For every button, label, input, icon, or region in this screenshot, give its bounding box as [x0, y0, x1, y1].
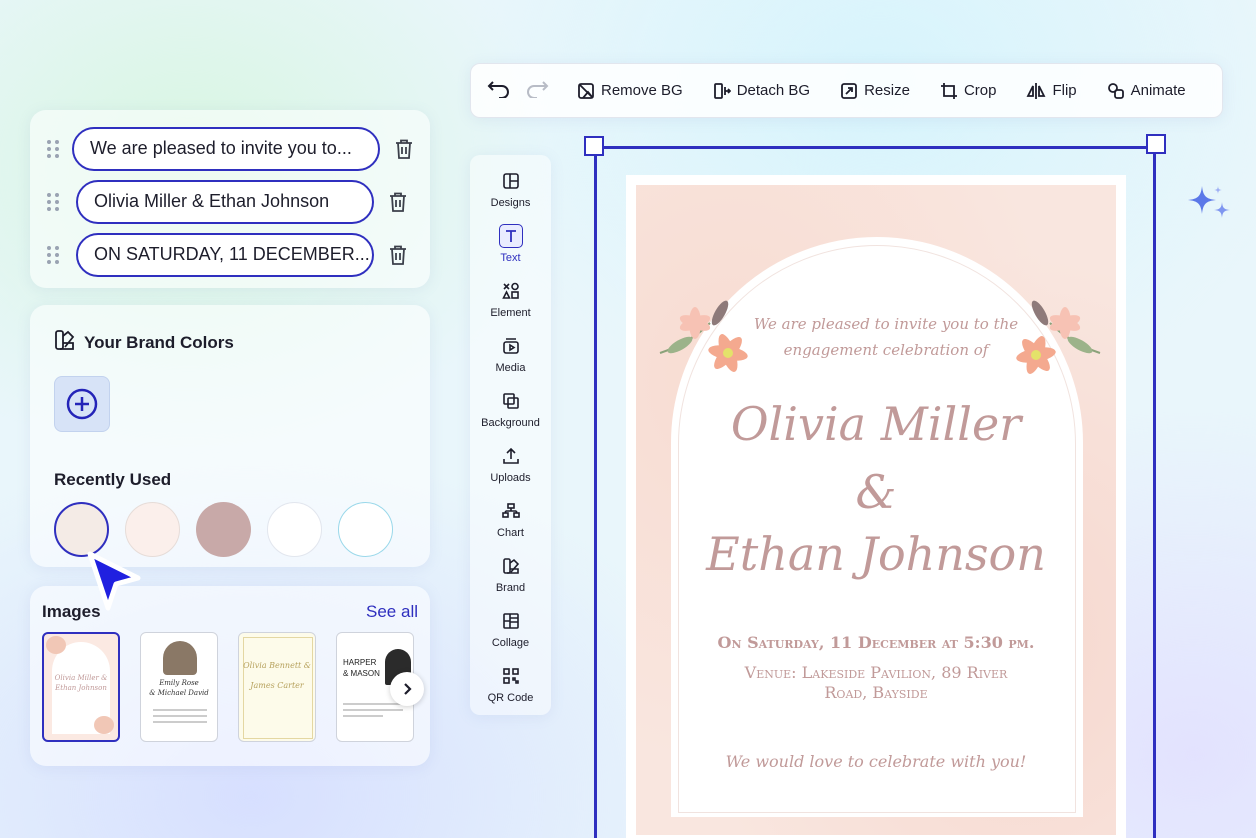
flip-label: Flip	[1052, 82, 1077, 99]
color-swatch[interactable]	[338, 502, 393, 557]
crop-label: Crop	[963, 82, 997, 99]
upload-icon	[499, 444, 523, 468]
crop-button[interactable]: Crop	[940, 82, 997, 100]
tool-qr-code[interactable]: QR Code	[470, 664, 551, 719]
image-thumbnail[interactable]: Emily Rose & Michael David	[140, 632, 218, 742]
drag-handle-icon[interactable]	[44, 139, 62, 158]
sparkle-icon	[1188, 186, 1230, 218]
color-swatch[interactable]	[196, 502, 251, 557]
redo-icon[interactable]	[525, 78, 549, 103]
tool-collage[interactable]: Collage	[470, 609, 551, 664]
thumbnail-text: Emily Rose	[159, 679, 199, 687]
trash-icon[interactable]	[386, 243, 410, 267]
tool-text[interactable]: Text	[470, 224, 551, 279]
tool-element[interactable]: Element	[470, 279, 551, 334]
animate-button[interactable]: Animate	[1107, 82, 1186, 100]
chevron-right-icon	[404, 683, 412, 695]
image-thumbnail[interactable]: Olivia Bennett & James Carter	[238, 632, 316, 742]
background-icon	[499, 389, 523, 413]
tool-label: Collage	[491, 637, 530, 649]
image-thumbnail[interactable]: Olivia Miller & Ethan Johnson	[42, 632, 120, 742]
shapes-icon	[499, 279, 523, 303]
text-icon	[498, 224, 523, 248]
tool-background[interactable]: Background	[470, 389, 551, 444]
thumbnail-text: & Michael David	[149, 689, 209, 697]
text-layer-row: Olivia Miller & Ethan Johnson	[30, 175, 430, 228]
thumbnail-text: HARPER	[343, 658, 377, 667]
drag-handle-icon[interactable]	[44, 192, 62, 211]
layout-icon	[499, 169, 523, 193]
detach-bg-button[interactable]: Detach BG	[713, 82, 810, 100]
undo-icon[interactable]	[487, 78, 511, 103]
resize-handle[interactable]	[584, 136, 604, 156]
text-layer-input[interactable]: We are pleased to invite you to...	[72, 126, 380, 171]
animate-label: Animate	[1130, 82, 1186, 99]
collage-icon	[499, 609, 523, 633]
tool-label: Media	[495, 362, 526, 374]
chart-icon	[499, 499, 523, 523]
brand-icon	[499, 554, 523, 578]
image-thumbnails: Olivia Miller & Ethan Johnson Emily Rose…	[42, 632, 424, 742]
selection-frame	[594, 146, 1156, 838]
animate-icon	[1107, 82, 1124, 99]
flip-button[interactable]: Flip	[1026, 82, 1077, 100]
text-layer-row: ON SATURDAY, 11 DECEMBER...	[30, 228, 430, 281]
text-layer-row: We are pleased to invite you to...	[30, 122, 430, 175]
tool-chart[interactable]: Chart	[470, 499, 551, 554]
trash-icon[interactable]	[392, 137, 416, 161]
detach-bg-label: Detach BG	[736, 82, 811, 99]
crop-icon	[940, 82, 957, 99]
tool-label: QR Code	[487, 692, 534, 704]
qr-code-icon	[499, 664, 523, 688]
brand-colors-title: Your Brand Colors	[84, 332, 234, 352]
thumbnail-text: James Carter	[250, 681, 304, 690]
tool-label: Chart	[497, 527, 524, 539]
text-layer-input[interactable]: Olivia Miller & Ethan Johnson	[76, 179, 374, 224]
tool-brand[interactable]: Brand	[470, 554, 551, 609]
text-layers-panel: We are pleased to invite you to... Olivi…	[30, 110, 430, 288]
tool-uploads[interactable]: Uploads	[470, 444, 551, 499]
text-layer-input[interactable]: ON SATURDAY, 11 DECEMBER...	[76, 232, 374, 277]
tool-designs[interactable]: Designs	[470, 169, 551, 224]
detach-bg-icon	[713, 82, 731, 99]
thumbnail-text: Olivia Miller &	[54, 674, 108, 682]
flip-icon	[1026, 82, 1046, 99]
tool-label: Text	[500, 252, 521, 264]
resize-icon	[841, 82, 857, 99]
trash-icon[interactable]	[386, 190, 410, 214]
next-images-button[interactable]	[390, 672, 424, 706]
recently-used-title: Recently Used	[54, 470, 172, 489]
remove-bg-label: Remove BG	[601, 82, 683, 99]
media-icon	[499, 334, 523, 358]
brand-colors-panel: Your Brand Colors Recently Used	[30, 305, 430, 567]
resize-button[interactable]: Resize	[840, 82, 910, 100]
tool-label: Uploads	[490, 472, 531, 484]
add-brand-color-button[interactable]	[54, 376, 110, 432]
thumbnail-text: & MASON	[343, 669, 380, 678]
remove-bg-icon	[578, 82, 594, 99]
pointer-cursor-icon	[87, 551, 141, 611]
color-swatch[interactable]	[267, 502, 322, 557]
thumbnail-text: Ethan Johnson	[55, 684, 107, 692]
palette-icon	[54, 329, 76, 356]
remove-bg-button[interactable]: Remove BG	[577, 82, 683, 100]
tool-media[interactable]: Media	[470, 334, 551, 389]
resize-handle[interactable]	[1146, 134, 1166, 154]
side-tool-rail: Designs Text Element Media Background Up…	[470, 155, 551, 715]
resize-label: Resize	[864, 82, 910, 99]
tool-label: Element	[490, 307, 531, 319]
drag-handle-icon[interactable]	[44, 245, 62, 264]
see-all-link[interactable]: See all	[366, 602, 418, 622]
tool-label: Background	[481, 417, 540, 429]
tool-label: Brand	[495, 582, 526, 594]
top-toolbar: Remove BG Detach BG Resize Crop Flip Ani…	[470, 63, 1223, 118]
brand-colors-header: Your Brand Colors	[54, 329, 406, 356]
plus-circle-icon	[66, 388, 98, 420]
tool-label: Designs	[490, 197, 531, 209]
thumbnail-text: Olivia Bennett &	[243, 661, 311, 670]
